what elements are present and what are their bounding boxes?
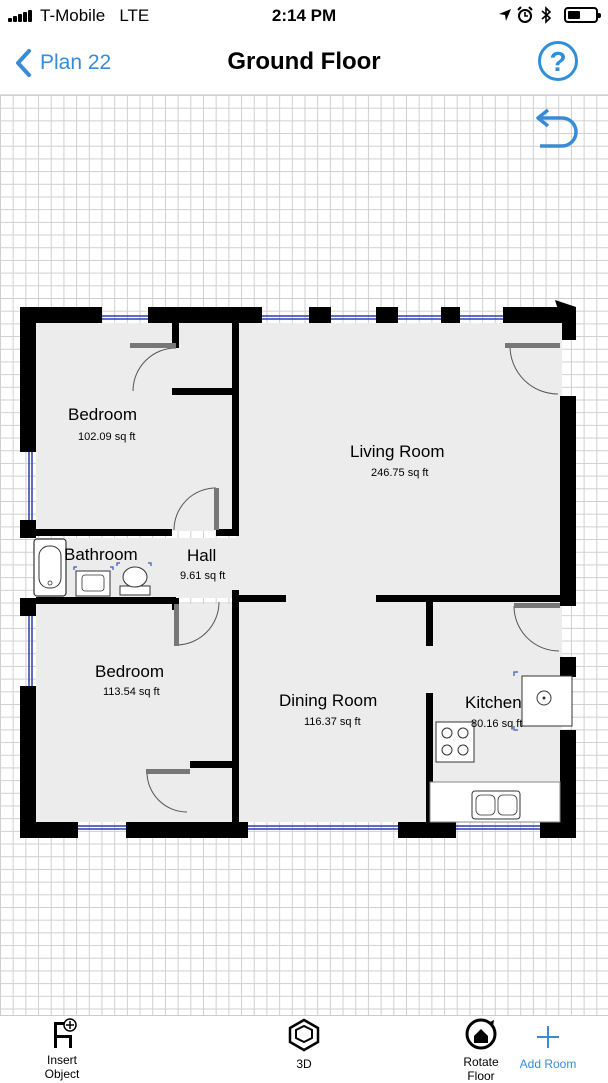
rotate-floor-label: Rotate Floor bbox=[463, 1055, 499, 1083]
bottom-toolbar: Insert Object 3D Rotate Floor Add Room bbox=[0, 1015, 608, 1083]
insert-object-label: Insert Object bbox=[44, 1053, 80, 1081]
undo-icon[interactable] bbox=[532, 108, 582, 156]
3d-button[interactable]: 3D bbox=[278, 1016, 330, 1081]
room-label-dining-room[interactable]: Dining Room bbox=[279, 691, 377, 711]
room-label-hall[interactable]: Hall bbox=[187, 546, 216, 566]
room-label-bathroom[interactable]: Bathroom bbox=[64, 545, 138, 565]
add-room-button[interactable]: Add Room bbox=[514, 1016, 582, 1081]
room-area-bedroom-2: 113.54 sq ft bbox=[103, 686, 160, 698]
range-unit bbox=[521, 675, 573, 727]
floor-plan[interactable] bbox=[0, 0, 608, 1015]
rotate-floor-icon bbox=[465, 1018, 497, 1050]
3d-box-icon bbox=[288, 1018, 320, 1052]
insert-object-icon bbox=[54, 1018, 77, 1048]
room-area-living-room: 246.75 sq ft bbox=[371, 467, 429, 479]
3d-label: 3D bbox=[296, 1057, 312, 1071]
room-label-bedroom-1[interactable]: Bedroom bbox=[68, 405, 137, 425]
room-label-living-room[interactable]: Living Room bbox=[350, 442, 445, 462]
rotate-floor-button[interactable]: Rotate Floor bbox=[452, 1016, 510, 1083]
kitchen-sink bbox=[471, 790, 521, 820]
room-area-bedroom-1: 102.09 sq ft bbox=[78, 431, 136, 443]
room-label-bedroom-2[interactable]: Bedroom bbox=[95, 662, 164, 682]
room-area-kitchen: 80.16 sq ft bbox=[471, 718, 523, 730]
room-floors bbox=[36, 323, 562, 822]
room-area-dining-room: 116.37 sq ft bbox=[304, 716, 361, 728]
add-room-label: Add Room bbox=[519, 1057, 577, 1071]
add-room-icon bbox=[537, 1026, 559, 1048]
bathtub bbox=[33, 538, 67, 597]
room-label-kitchen[interactable]: Kitchen bbox=[465, 693, 522, 713]
room-area-hall: 9.61 sq ft bbox=[180, 570, 226, 582]
stove bbox=[435, 721, 475, 763]
bathroom-sink bbox=[75, 570, 111, 597]
insert-object-button[interactable]: Insert Object bbox=[28, 1016, 96, 1081]
